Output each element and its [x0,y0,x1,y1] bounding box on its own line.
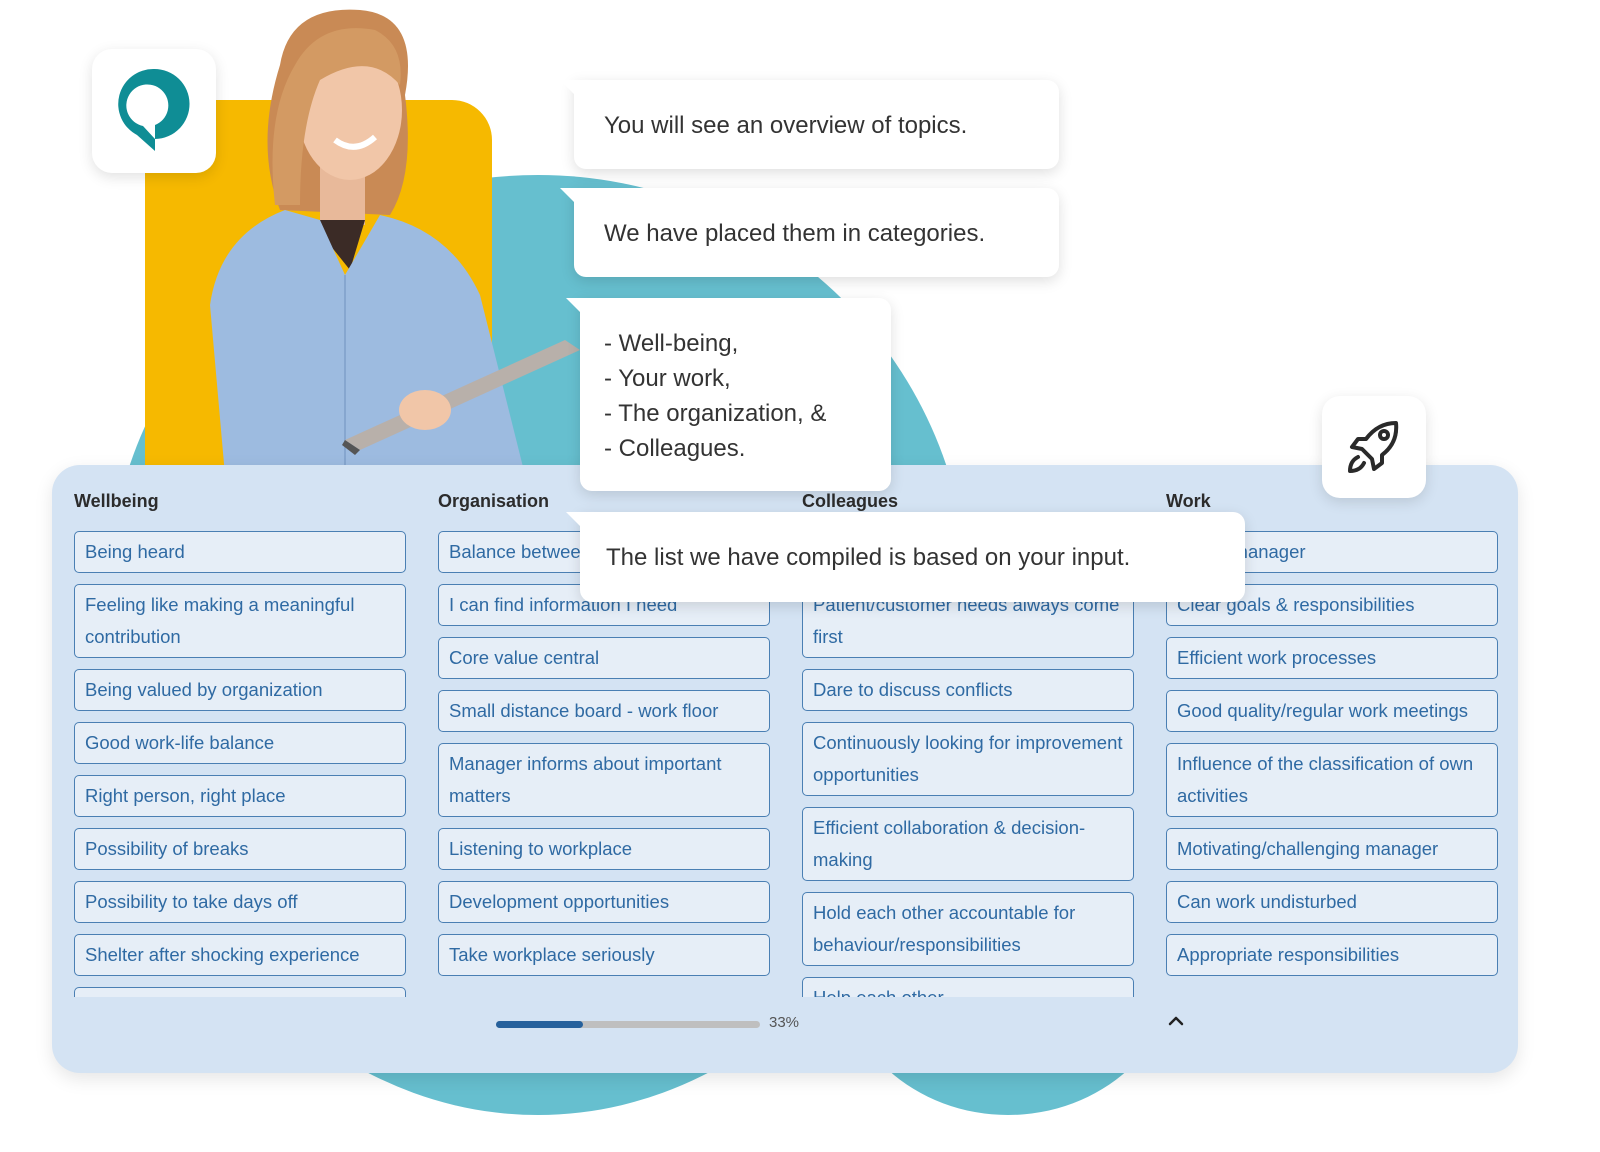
category-list-line: - Your work, [604,365,731,392]
topic-item[interactable]: Take workplace seriously [438,934,770,976]
rocket-tile[interactable] [1322,396,1426,498]
category-list-line: - Well-being, [604,330,739,357]
topic-item[interactable]: Good quality/regular work meetings [1166,690,1498,732]
progress-label: 33% [769,1014,800,1031]
topic-item[interactable]: Good work-life balance [74,722,406,764]
topic-item[interactable]: Manager informs about important matters [438,743,770,817]
chat-bubble-categories: We have placed them in categories. [560,188,1059,277]
chat-bubble-overview: You will see an overview of topics. [560,80,1059,169]
topic-item[interactable]: Core value central [438,637,770,679]
progress-bar-fill [496,1021,584,1028]
person-illustration [210,9,580,475]
topic-item[interactable]: Fit within team [74,987,406,997]
topic-item[interactable]: Development opportunities [438,881,770,923]
chat-bubble-text: We have placed them in categories. [604,220,986,247]
topic-item[interactable]: Can work undisturbed [1166,881,1498,923]
topic-item[interactable]: Efficient work processes [1166,637,1498,679]
progress-bar [496,1021,760,1028]
topic-item[interactable]: Motivating/challenging manager [1166,828,1498,870]
topic-item[interactable]: Efficient collaboration & decision-makin… [802,807,1134,881]
topic-item[interactable]: Being heard [74,531,406,573]
chat-bubble-category-list: - Well-being, - Your work, - The organiz… [566,298,891,491]
app-logo-tile [92,49,216,173]
topic-item[interactable]: Right person, right place [74,775,406,817]
topic-item[interactable]: Dare to discuss conflicts [802,669,1134,711]
topic-item[interactable]: Possibility of breaks [74,828,406,870]
column-title: Wellbeing [74,491,159,511]
topic-item[interactable]: Influence of the classification of own a… [1166,743,1498,817]
rocket-icon [1348,421,1399,473]
chat-bubble-compiled-list: The list we have compiled is based on yo… [566,512,1245,602]
column-wellbeing: Wellbeing Being heard Feeling like makin… [74,489,406,997]
topic-item[interactable]: Shelter after shocking experience [74,934,406,976]
topic-item[interactable]: Small distance board - work floor [438,690,770,732]
chat-bubble-text: You will see an overview of topics. [604,112,968,139]
topic-item[interactable]: Being valued by organization [74,669,406,711]
speech-bubble-logo-icon [118,68,190,151]
topic-item[interactable]: Hold each other accountable for behaviou… [802,892,1134,966]
category-list-line: - Colleagues. [604,435,746,462]
category-list-line: - The organization, & [604,400,827,427]
chat-bubble-text: The list we have compiled is based on yo… [606,544,1131,571]
topic-item[interactable]: Possibility to take days off [74,881,406,923]
topic-item[interactable]: Appropriate responsibilities [1166,934,1498,976]
chevron-up-icon[interactable] [1166,1011,1186,1031]
topic-item[interactable]: Continuously looking for improvement opp… [802,722,1134,796]
topic-item[interactable]: Listening to workplace [438,828,770,870]
topic-item[interactable]: Help each other [802,977,1134,997]
topic-item[interactable]: Feeling like making a meaningful contrib… [74,584,406,658]
